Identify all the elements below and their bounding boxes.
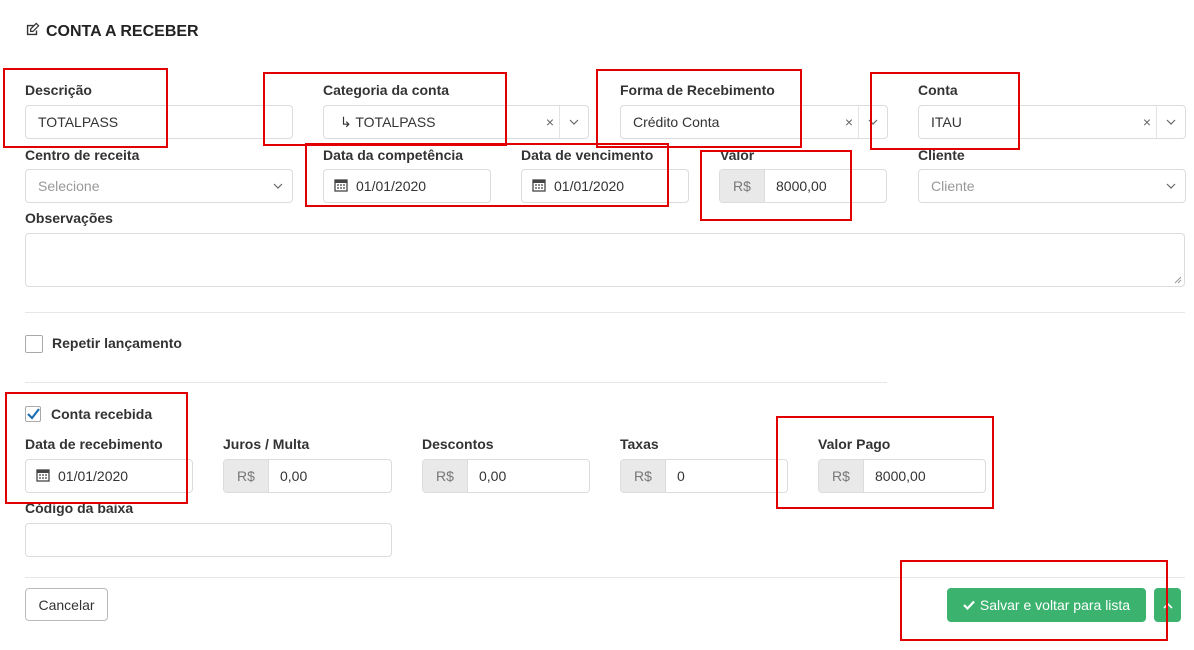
- calendar-icon: [36, 468, 50, 485]
- descricao-label: Descrição: [25, 82, 92, 98]
- juros-label: Juros / Multa: [223, 436, 310, 452]
- competencia-field[interactable]: 01/01/2020: [323, 169, 491, 203]
- vencimento-label: Data de vencimento: [521, 147, 654, 163]
- check-icon: [963, 600, 975, 610]
- observacoes-label: Observações: [25, 210, 113, 226]
- valor-label: Valor: [720, 147, 755, 163]
- currency-prefix: R$: [423, 460, 468, 492]
- categoria-label: Categoria da conta: [323, 82, 450, 98]
- page-title: CONTA A RECEBER: [25, 22, 199, 42]
- codigo-baixa-field[interactable]: [25, 523, 392, 557]
- forma-value: Crédito Conta: [633, 114, 720, 130]
- centro-placeholder: Selecione: [38, 178, 100, 194]
- recebida-label: Conta recebida: [51, 406, 153, 422]
- currency-prefix: R$: [819, 460, 864, 492]
- chevron-down-icon[interactable]: [1156, 106, 1185, 138]
- close-icon[interactable]: ×: [1143, 106, 1151, 138]
- forma-select[interactable]: Crédito Conta ×: [620, 105, 888, 139]
- divider: [25, 382, 887, 383]
- conta-label: Conta: [918, 82, 958, 98]
- data-recebimento-label: Data de recebimento: [25, 436, 163, 452]
- taxas-field[interactable]: R$ 0: [620, 459, 788, 493]
- edit-icon: [25, 22, 40, 42]
- save-options-button[interactable]: [1154, 588, 1181, 622]
- close-icon[interactable]: ×: [845, 106, 853, 138]
- cancel-button[interactable]: Cancelar: [25, 588, 108, 621]
- codigo-baixa-label: Código da baixa: [25, 500, 134, 516]
- currency-prefix: R$: [224, 460, 269, 492]
- valor-pago-value: 8000,00: [875, 468, 926, 484]
- categoria-select[interactable]: ↳ TOTALPASS ×: [323, 105, 589, 139]
- observacoes-textarea[interactable]: [25, 233, 1185, 287]
- chevron-down-icon[interactable]: [858, 106, 887, 138]
- currency-prefix: R$: [720, 170, 765, 202]
- vencimento-field[interactable]: 01/01/2020: [521, 169, 689, 203]
- cliente-placeholder: Cliente: [931, 178, 975, 194]
- cliente-select[interactable]: Cliente: [918, 169, 1186, 203]
- descricao-value: TOTALPASS: [38, 114, 119, 130]
- close-icon[interactable]: ×: [546, 106, 554, 138]
- calendar-icon: [334, 178, 348, 195]
- descontos-field[interactable]: R$ 0,00: [422, 459, 590, 493]
- descontos-label: Descontos: [422, 436, 494, 452]
- competencia-value: 01/01/2020: [356, 178, 427, 194]
- descontos-value: 0,00: [479, 468, 507, 484]
- check-icon: [27, 408, 40, 420]
- categoria-value: ↳ TOTALPASS: [340, 113, 436, 130]
- chevron-up-icon: [1162, 602, 1173, 609]
- divider: [25, 312, 1185, 313]
- save-button[interactable]: Salvar e voltar para lista: [947, 588, 1146, 622]
- repetir-label: Repetir lançamento: [52, 335, 182, 351]
- centro-label: Centro de receita: [25, 147, 140, 163]
- recebida-checkbox[interactable]: [25, 406, 41, 422]
- vencimento-value: 01/01/2020: [554, 178, 625, 194]
- chevron-down-icon[interactable]: [264, 170, 292, 202]
- resize-handle-icon[interactable]: [1174, 276, 1182, 284]
- valor-pago-label: Valor Pago: [818, 436, 891, 452]
- divider: [25, 577, 1185, 578]
- competencia-label: Data da competência: [323, 147, 464, 163]
- chevron-down-icon[interactable]: [1157, 170, 1185, 202]
- valor-value: 8000,00: [776, 178, 827, 194]
- valor-field[interactable]: R$ 8000,00: [719, 169, 887, 203]
- taxas-value: 0: [677, 468, 685, 484]
- cliente-label: Cliente: [918, 147, 965, 163]
- data-recebimento-field[interactable]: 01/01/2020: [25, 459, 193, 493]
- juros-value: 0,00: [280, 468, 308, 484]
- taxas-label: Taxas: [620, 436, 659, 452]
- currency-prefix: R$: [621, 460, 666, 492]
- page-title-text: CONTA A RECEBER: [46, 23, 199, 40]
- descricao-field[interactable]: TOTALPASS: [25, 105, 293, 139]
- valor-pago-field[interactable]: R$ 8000,00: [818, 459, 986, 493]
- conta-value: ITAU: [931, 114, 962, 130]
- repetir-checkbox[interactable]: [25, 335, 43, 353]
- chevron-down-icon[interactable]: [559, 106, 588, 138]
- juros-field[interactable]: R$ 0,00: [223, 459, 392, 493]
- data-recebimento-value: 01/01/2020: [58, 468, 129, 484]
- save-button-label: Salvar e voltar para lista: [979, 597, 1131, 613]
- forma-label: Forma de Recebimento: [620, 82, 775, 98]
- conta-select[interactable]: ITAU ×: [918, 105, 1186, 139]
- calendar-icon: [532, 178, 546, 195]
- centro-select[interactable]: Selecione: [25, 169, 293, 203]
